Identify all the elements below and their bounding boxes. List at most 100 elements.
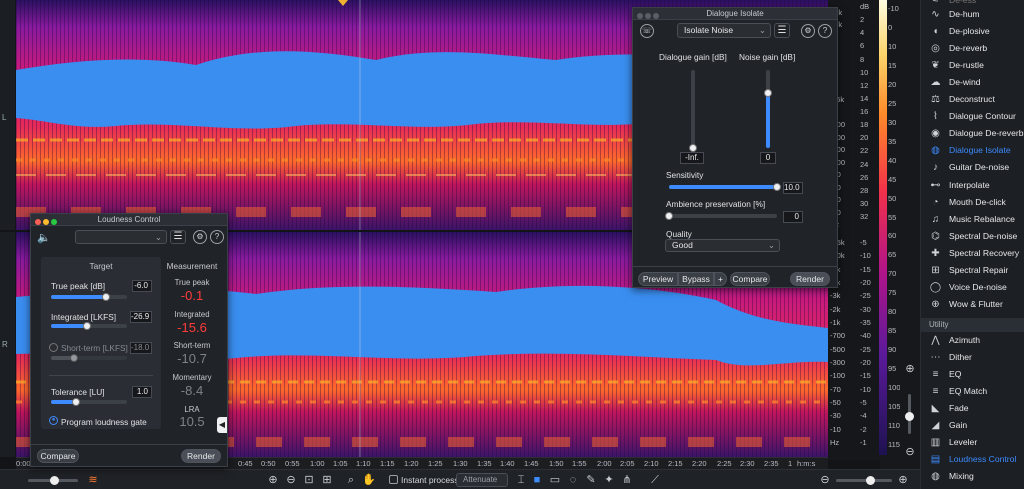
brush-icon[interactable]: ✎ — [584, 473, 598, 487]
compare-button[interactable]: Compare — [37, 449, 79, 463]
module-item-eq[interactable]: ≡ EQ — [921, 366, 1024, 383]
dialogue-gain-knob[interactable] — [689, 144, 697, 152]
vertical-zoom-knob[interactable] — [905, 412, 914, 421]
ambience-slider[interactable] — [665, 212, 777, 220]
module-item-eq-match[interactable]: ≡ EQ Match — [921, 383, 1024, 400]
module-item-wow-flutter[interactable]: ⊕ Wow & Flutter — [921, 296, 1024, 313]
playhead-marker[interactable] — [338, 0, 348, 6]
bypass-button[interactable]: Bypass — [678, 272, 714, 286]
render-button[interactable]: Render — [181, 449, 221, 463]
waveform-toggle-icon[interactable]: ≋ — [86, 473, 100, 487]
module-item-voice-de-noise[interactable]: ◯ Voice De-noise — [921, 279, 1024, 296]
horizontal-zoom-knob[interactable] — [50, 476, 59, 485]
zoom-out-icon[interactable]: ⊖ — [903, 445, 917, 459]
instant-process-checkbox[interactable] — [389, 475, 398, 484]
speech-bubble-icon[interactable]: ☏ — [640, 24, 654, 38]
close-dot[interactable] — [35, 219, 41, 225]
harmonic-select-icon[interactable]: ⋔ — [620, 473, 634, 487]
zoom-out-tool-icon[interactable]: ⊖ — [284, 473, 298, 487]
zoom-in-h-icon[interactable]: ⊕ — [896, 473, 910, 487]
ambience-knob[interactable] — [665, 212, 673, 220]
zoom-fit-icon[interactable]: ⊞ — [320, 473, 334, 487]
short-term-value[interactable]: -18.0 — [130, 342, 152, 354]
module-item-azimuth[interactable]: ⋀ Azimuth — [921, 332, 1024, 349]
collapse-arrow-icon[interactable]: ◀ — [217, 417, 227, 433]
maximize-dot[interactable] — [653, 13, 659, 19]
attenuate-select[interactable]: Attenuate — [456, 473, 508, 487]
zoom-in-tool-icon[interactable]: ⊕ — [266, 473, 280, 487]
noise-gain-value[interactable]: 0 — [760, 152, 776, 164]
module-item-loudness-control[interactable]: ▤ Loudness Control — [921, 451, 1024, 468]
preview-button[interactable]: Preview — [638, 272, 678, 286]
module-item-guitar-de-noise[interactable]: ♪ Guitar De-noise — [921, 159, 1024, 176]
envelope-icon[interactable]: ⟋ — [648, 473, 662, 487]
quality-select[interactable]: Good ⌄ — [665, 239, 780, 252]
module-item-dialogue-contour[interactable]: ⌇ Dialogue Contour — [921, 108, 1024, 125]
magnify-icon[interactable]: ⌕ — [344, 473, 358, 487]
vertical-zoom-slider[interactable] — [905, 394, 914, 434]
module-item-gain[interactable]: ◢ Gain — [921, 417, 1024, 434]
sensitivity-slider[interactable] — [669, 183, 781, 191]
short-term-toggle[interactable] — [49, 343, 58, 352]
module-item-fade[interactable]: ◣ Fade — [921, 400, 1024, 417]
add-bypass-button[interactable]: + — [714, 272, 727, 286]
module-item-spectral-recovery[interactable]: ✚ Spectral Recovery — [921, 245, 1024, 262]
freq-zoom-slider[interactable] — [836, 476, 892, 485]
preset-select[interactable]: ⌄ — [75, 230, 167, 244]
module-item-music-rebalance[interactable]: ♫ Music Rebalance — [921, 211, 1024, 228]
module-item-spectral-repair[interactable]: ⊞ Spectral Repair — [921, 262, 1024, 279]
module-item-dialogue-de-reverb[interactable]: ◉ Dialogue De-reverb — [921, 125, 1024, 142]
frequency-selection-icon[interactable]: ▭ — [548, 473, 562, 487]
gear-icon[interactable]: ⚙ — [801, 24, 815, 38]
freq-zoom-knob[interactable] — [866, 476, 875, 485]
true-peak-slider[interactable] — [51, 293, 127, 301]
true-peak-knob[interactable] — [101, 293, 110, 301]
dialogue-gain-value[interactable]: -Inf. — [680, 152, 704, 164]
speaker-icon[interactable]: 🔈 — [37, 231, 51, 244]
noise-gain-slider[interactable] — [764, 70, 772, 148]
minimize-dot[interactable] — [645, 13, 651, 19]
module-item-mouth-de-click[interactable]: ◔ Mouth De-click — [921, 194, 1024, 211]
presets-menu-icon[interactable]: ☰ — [774, 23, 790, 38]
module-item-de-reverb[interactable]: ◎ De-reverb — [921, 40, 1024, 57]
dialogue-isolate-titlebar[interactable]: Dialogue Isolate — [633, 8, 837, 20]
maximize-dot[interactable] — [51, 219, 57, 225]
horizontal-zoom-slider[interactable] — [28, 476, 78, 485]
rect-selection-icon[interactable]: ■ — [530, 473, 544, 487]
tolerance-slider[interactable] — [51, 398, 127, 406]
module-item-deconstruct[interactable]: ⚖ Deconstruct — [921, 91, 1024, 108]
true-peak-value[interactable]: -6.0 — [132, 280, 152, 292]
zoom-selection-icon[interactable]: ⊡ — [302, 473, 316, 487]
module-item-dither[interactable]: ⋯ Dither — [921, 349, 1024, 366]
integrated-slider[interactable] — [51, 322, 127, 330]
zoom-out-h-icon[interactable]: ⊖ — [818, 473, 832, 487]
hand-tool-icon[interactable]: ✋ — [362, 473, 376, 487]
module-item-de-hum[interactable]: ∿ De-hum — [921, 6, 1024, 23]
magic-wand-icon[interactable]: ✦ — [602, 473, 616, 487]
integrated-value[interactable]: -26.9 — [130, 311, 152, 323]
short-term-knob[interactable] — [69, 354, 78, 362]
noise-gain-knob[interactable] — [764, 89, 772, 98]
time-selection-icon[interactable]: ⌶ — [514, 473, 528, 487]
module-item-interpolate[interactable]: ⊷ Interpolate — [921, 177, 1024, 194]
help-icon[interactable]: ? — [818, 24, 832, 38]
sensitivity-knob[interactable] — [773, 183, 781, 191]
tolerance-value[interactable]: 1.0 — [132, 386, 152, 398]
compare-button[interactable]: Compare — [730, 272, 770, 286]
module-item-dialogue-isolate[interactable]: ◍ Dialogue Isolate — [921, 142, 1024, 159]
program-gate-toggle[interactable]: ● — [49, 416, 58, 425]
close-dot[interactable] — [637, 13, 643, 19]
render-button[interactable]: Render — [790, 272, 830, 286]
minimize-dot[interactable] — [43, 219, 49, 225]
short-term-slider[interactable] — [51, 354, 127, 362]
module-item-de-wind[interactable]: ☁ De-wind — [921, 74, 1024, 91]
mode-select[interactable]: Isolate Noise ⌄ — [677, 23, 771, 38]
module-item-leveler[interactable]: ▥ Leveler — [921, 434, 1024, 451]
ambience-value[interactable]: 0 — [783, 211, 803, 223]
module-item-de-rustle[interactable]: ❦ De-rustle — [921, 57, 1024, 74]
dialogue-gain-slider[interactable] — [689, 70, 697, 152]
zoom-in-icon[interactable]: ⊕ — [903, 362, 917, 376]
lasso-icon[interactable]: ◌ — [566, 473, 580, 487]
module-item-de-plosive[interactable]: ◖ De-plosive — [921, 23, 1024, 40]
sensitivity-value[interactable]: 10.0 — [783, 182, 803, 194]
